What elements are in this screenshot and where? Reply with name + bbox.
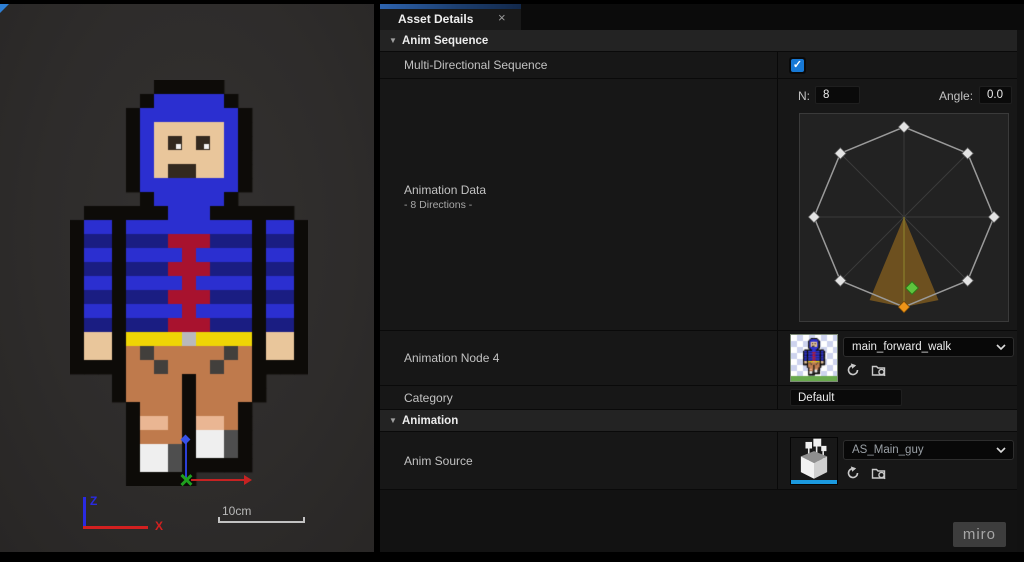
row-category: Category Default	[380, 386, 1024, 410]
multi-directional-checkbox[interactable]: ✓	[789, 57, 806, 74]
n-input[interactable]: 8	[815, 86, 860, 104]
tab-bar: Asset Details ×	[380, 4, 1024, 30]
gizmo-origin-icon[interactable]	[180, 474, 192, 486]
category-label: Category	[380, 386, 778, 409]
animation-data-sublabel: - 8 Directions -	[404, 198, 486, 213]
angle-input[interactable]: 0.0	[979, 86, 1012, 104]
miro-watermark[interactable]: miro	[953, 522, 1006, 547]
section-animation[interactable]: ▼ Animation	[380, 410, 1024, 432]
checkmark-icon: ✓	[791, 59, 804, 72]
category-input[interactable]: Default	[790, 389, 902, 406]
chevron-down-icon	[996, 446, 1006, 454]
row-animation-node: Animation Node 4 main_forward_walk	[380, 331, 1024, 386]
active-tab-accent	[380, 4, 521, 9]
anim-source-label: Anim Source	[380, 432, 778, 489]
chevron-down-icon	[996, 343, 1006, 351]
viewport-corner-marker	[0, 4, 9, 13]
row-anim-source: Anim Source AS_Main_guy	[380, 432, 1024, 490]
animation-node-dropdown[interactable]: main_forward_walk	[843, 337, 1014, 357]
tab-asset-details[interactable]: Asset Details ×	[380, 4, 521, 30]
scale-label: 10cm	[222, 504, 251, 518]
character-sprite	[70, 80, 308, 486]
n-label: N:	[798, 89, 810, 103]
thumbnail-sprite-image	[791, 335, 837, 381]
scrollbar-track[interactable]	[1017, 30, 1024, 552]
animation-node-thumbnail[interactable]	[790, 334, 838, 382]
scale-bracket	[218, 517, 305, 523]
browse-to-asset-icon[interactable]	[871, 465, 887, 481]
row-animation-data: Animation Data - 8 Directions - N: 8 Ang…	[380, 79, 1024, 331]
axis-indicator-x-line	[83, 526, 148, 529]
asset-details-panel: Asset Details × ▼ Anim Sequence Multi-Di…	[380, 4, 1024, 552]
tab-title: Asset Details	[398, 12, 473, 26]
angle-label: Angle:	[939, 89, 973, 103]
gizmo-x-axis[interactable]	[191, 479, 245, 481]
anim-source-asset-icon	[791, 438, 837, 480]
axis-z-label: Z	[90, 494, 97, 508]
multi-directional-label: Multi-Directional Sequence	[380, 52, 778, 78]
3d-viewport[interactable]: Z X 10cm	[0, 4, 374, 552]
browse-to-asset-icon[interactable]	[871, 362, 887, 378]
collapse-arrow-icon[interactable]: ▼	[389, 416, 402, 425]
use-selected-asset-icon[interactable]	[845, 465, 861, 481]
animation-data-label: Animation Data	[404, 183, 486, 198]
axis-indicator-z-line	[83, 497, 86, 529]
axis-x-label: X	[155, 519, 163, 533]
direction-wheel[interactable]	[799, 113, 1009, 322]
asset-type-color-bar	[791, 480, 837, 484]
section-anim-sequence[interactable]: ▼ Anim Sequence	[380, 30, 1024, 52]
gizmo-x-arrow-icon	[244, 475, 252, 485]
anim-source-thumbnail[interactable]	[790, 437, 838, 485]
row-multi-directional: Multi-Directional Sequence ✓	[380, 52, 1024, 79]
collapse-arrow-icon[interactable]: ▼	[389, 36, 402, 45]
panel-empty-area: miro	[380, 490, 1024, 552]
tab-close-icon[interactable]: ×	[498, 10, 506, 25]
use-selected-asset-icon[interactable]	[845, 362, 861, 378]
anim-source-dropdown[interactable]: AS_Main_guy	[843, 440, 1014, 460]
animation-node-label: Animation Node 4	[380, 331, 778, 385]
